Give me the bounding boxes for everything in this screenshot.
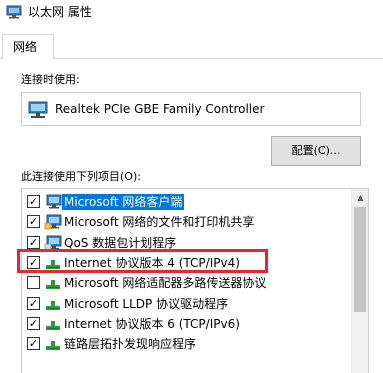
list-item[interactable]: ✓ 链路层拓扑发现响应程序: [22, 334, 352, 354]
list-item[interactable]: ✓ Microsoft 网络客户端: [22, 192, 352, 212]
list-item[interactable]: ✓ Microsoft LLDP 协议驱动程序: [22, 294, 352, 314]
protocol-icon: [44, 275, 62, 291]
list-item[interactable]: ✓ Internet 协议版本 4 (TCP/IPv4): [22, 253, 352, 273]
checkbox[interactable]: ✓: [27, 215, 40, 229]
checkbox[interactable]: ✓: [27, 255, 40, 269]
file-share-icon: [44, 214, 62, 230]
network-adapter-icon: [6, 5, 22, 19]
protocol-icon: [44, 316, 62, 332]
checkbox[interactable]: [27, 276, 40, 290]
qos-icon: [44, 235, 62, 251]
list-item-label: Microsoft 网络的文件和打印机共享: [64, 215, 255, 230]
checkbox[interactable]: ✓: [27, 296, 40, 310]
list-item-label: Internet 协议版本 6 (TCP/IPv6): [64, 316, 240, 331]
title-bar: 以太网 属性: [0, 0, 383, 26]
scroll-thumb[interactable]: [354, 207, 366, 312]
list-item-label: Internet 协议版本 4 (TCP/IPv4): [64, 255, 240, 270]
list-scrollbar[interactable]: ▲: [351, 189, 368, 373]
items-section-label: 此连接使用下列项目(O):: [21, 170, 141, 183]
list-item-label: Microsoft 网络客户端: [62, 194, 185, 210]
list-item[interactable]: ✓ Microsoft 网络的文件和打印机共享: [22, 212, 352, 232]
properties-window: 以太网 属性 网络 连接时使用: Realtek PCIe GBE Family…: [0, 0, 383, 373]
network-client-icon: [44, 194, 62, 210]
list-item-label: QoS 数据包计划程序: [64, 235, 177, 250]
checkbox[interactable]: ✓: [27, 235, 40, 249]
protocol-icon: [44, 255, 62, 271]
list-item-label: Microsoft 网络适配器多路传送器协议: [64, 276, 267, 291]
configure-button[interactable]: 配置(C)...: [271, 136, 361, 166]
adapter-name: Realtek PCIe GBE Family Controller: [55, 102, 265, 116]
tab-label: 网络: [13, 40, 38, 54]
checkbox[interactable]: ✓: [27, 316, 40, 330]
checkbox[interactable]: ✓: [27, 195, 40, 208]
protocol-icon: [44, 296, 62, 312]
adapter-field: Realtek PCIe GBE Family Controller: [21, 92, 361, 126]
tab-network[interactable]: 网络: [2, 34, 54, 59]
list-item-label: Microsoft LLDP 协议驱动程序: [64, 296, 229, 311]
network-adapter-icon: [28, 101, 48, 118]
connect-using-label: 连接时使用:: [21, 73, 80, 86]
window-title: 以太网 属性: [28, 5, 92, 19]
list-item[interactable]: ✓ QoS 数据包计划程序: [22, 233, 352, 253]
list-item[interactable]: ✓ Internet 协议版本 6 (TCP/IPv6): [22, 314, 352, 334]
components-list[interactable]: ✓ Microsoft 网络客户端 ✓ Microsoft 网络的文件和打印机共享 ✓ Q…: [21, 188, 369, 373]
list-item-label: 链路层拓扑发现响应程序: [64, 337, 197, 352]
protocol-icon: [44, 336, 62, 352]
checkbox[interactable]: ✓: [27, 337, 40, 351]
scroll-up-icon[interactable]: ▲: [352, 189, 368, 206]
list-item[interactable]: Microsoft 网络适配器多路传送器协议: [22, 273, 352, 293]
